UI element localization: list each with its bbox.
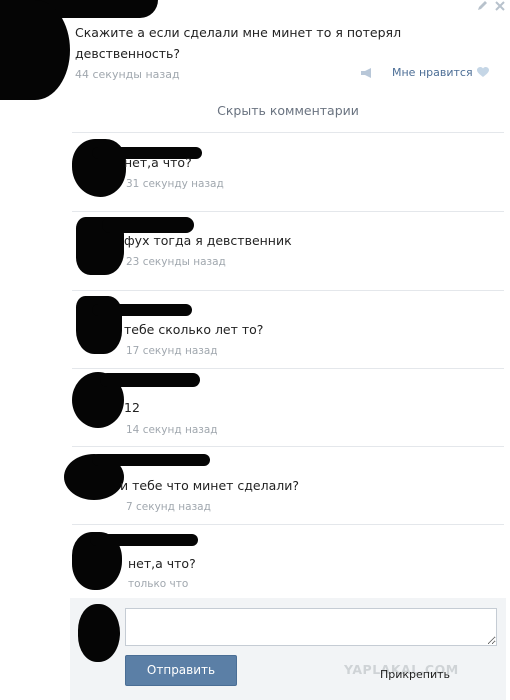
redacted-commenter-name bbox=[102, 217, 194, 233]
comment-item: нет,а что? только что bbox=[72, 526, 504, 604]
divider bbox=[72, 524, 504, 525]
comment-text: нет,а что? bbox=[128, 556, 196, 571]
close-icon[interactable] bbox=[494, 0, 506, 12]
comment-text: 12 bbox=[124, 400, 140, 415]
megaphone-icon[interactable] bbox=[360, 67, 374, 79]
comment-time[interactable]: 14 секунд назад bbox=[126, 424, 218, 436]
heart-icon[interactable] bbox=[476, 67, 489, 78]
redacted-commenter-name bbox=[90, 534, 198, 546]
redacted-commenter-name bbox=[100, 373, 200, 387]
comment-time[interactable]: только что bbox=[128, 578, 188, 590]
redacted-commenter-name bbox=[92, 454, 210, 466]
divider bbox=[72, 290, 504, 291]
comment-item: и тебе что минет сделали? 7 секунд назад bbox=[64, 448, 504, 526]
comment-time[interactable]: 7 секунд назад bbox=[126, 501, 211, 513]
attach-link[interactable]: Прикрепить bbox=[380, 668, 450, 681]
pencil-icon[interactable] bbox=[476, 0, 488, 12]
post-actions: Мне нравится bbox=[360, 66, 489, 79]
comment-text: тебе сколько лет то? bbox=[124, 322, 264, 337]
comment-text: нет,а что? bbox=[124, 155, 192, 170]
comment-item: 12 14 секунд назад bbox=[72, 370, 504, 448]
post-time[interactable]: 44 секунды назад bbox=[75, 68, 180, 81]
comment-text: фух тогда я девственник bbox=[124, 233, 292, 248]
post-text: Скажите а если сделали мне минет то я по… bbox=[75, 25, 402, 61]
reply-input[interactable] bbox=[125, 608, 497, 646]
divider bbox=[72, 368, 504, 369]
comment-time[interactable]: 23 секунды назад bbox=[126, 256, 226, 268]
comment-time[interactable]: 31 секунду назад bbox=[126, 178, 224, 190]
post-top-icons bbox=[476, 0, 506, 12]
redacted-author-avatar bbox=[0, 0, 70, 100]
divider bbox=[72, 132, 504, 133]
redacted-commenter-name bbox=[92, 304, 192, 316]
comment-item: нет,а что? 31 секунду назад bbox=[72, 135, 504, 213]
send-button[interactable]: Отправить bbox=[125, 655, 237, 686]
comment-item: фух тогда я девственник 23 секунды назад bbox=[72, 213, 504, 291]
comment-time[interactable]: 17 секунд назад bbox=[126, 345, 218, 357]
comment-text: и тебе что минет сделали? bbox=[120, 478, 300, 493]
redacted-reply-avatar bbox=[78, 604, 120, 662]
like-button[interactable]: Мне нравится bbox=[392, 66, 473, 79]
hide-comments-link[interactable]: Скрыть комментарии bbox=[70, 103, 506, 118]
divider bbox=[72, 211, 504, 212]
divider bbox=[72, 446, 504, 447]
comment-item: тебе сколько лет то? 17 секунд назад bbox=[72, 292, 504, 370]
